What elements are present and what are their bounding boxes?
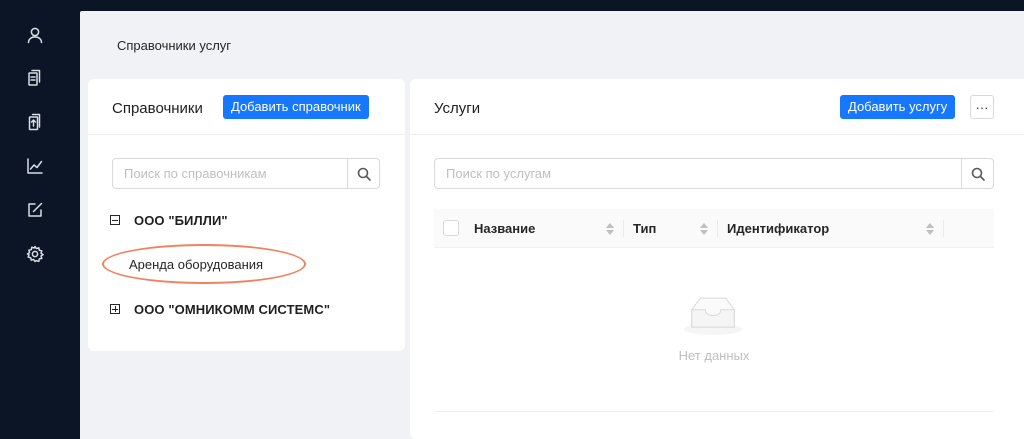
directories-search [112, 158, 380, 189]
add-directory-button[interactable]: Добавить справочник [223, 95, 369, 119]
table-bottom-border [434, 411, 994, 412]
directories-search-button[interactable] [347, 159, 379, 188]
add-service-button[interactable]: Добавить услугу [840, 95, 956, 119]
directories-panel-header: Справочники Добавить справочник [88, 79, 405, 135]
column-header-name[interactable]: Название [474, 209, 535, 247]
sort-icon[interactable] [700, 222, 708, 235]
search-icon [971, 167, 985, 181]
page-title: Справочники услуг [117, 38, 232, 53]
tree-node-label[interactable]: ООО "ОМНИКОММ СИСТЕМС" [134, 302, 330, 317]
services-panel: Услуги Добавить услугу ··· Название Тип [410, 79, 1024, 439]
column-header-type[interactable]: Тип [633, 209, 656, 247]
sort-icon[interactable] [606, 222, 614, 235]
select-all-checkbox[interactable] [443, 220, 459, 236]
column-divider [943, 220, 944, 237]
tree-node-billi[interactable]: ООО "БИЛЛИ" [110, 209, 228, 231]
services-search-button[interactable] [961, 159, 993, 188]
directories-search-input[interactable] [113, 159, 349, 188]
services-search [434, 158, 994, 189]
edit-icon[interactable] [23, 198, 47, 222]
document-icon[interactable] [23, 110, 47, 134]
user-icon[interactable] [23, 23, 47, 47]
gear-icon[interactable] [23, 242, 47, 266]
empty-state-text: Нет данных [678, 348, 750, 363]
empty-inbox-icon [683, 297, 743, 335]
table-header: Название Тип Идентификатор [434, 209, 994, 248]
directories-panel: Справочники Добавить справочник ООО "БИЛ… [88, 79, 405, 351]
services-table: Название Тип Идентификатор Нет данных [434, 209, 994, 412]
sort-icon[interactable] [926, 222, 934, 235]
column-divider [623, 220, 624, 237]
tree-node-label[interactable]: ООО "БИЛЛИ" [134, 213, 228, 228]
chart-icon[interactable] [23, 154, 47, 178]
more-options-button[interactable]: ··· [970, 95, 994, 119]
main-content: Справочники услуг Справочники Добавить с… [80, 11, 1024, 439]
column-divider [717, 220, 718, 237]
copy-icon[interactable] [23, 66, 47, 90]
column-header-identifier[interactable]: Идентификатор [727, 209, 829, 247]
services-search-input[interactable] [435, 159, 963, 188]
search-icon [357, 167, 371, 181]
services-title: Услуги [434, 100, 481, 117]
directories-title: Справочники [112, 100, 203, 117]
collapse-icon[interactable] [110, 215, 120, 225]
tree-node-omnicomm[interactable]: ООО "ОМНИКОММ СИСТЕМС" [110, 298, 330, 320]
services-panel-header: Услуги Добавить услугу ··· [410, 79, 1024, 135]
expand-icon[interactable] [110, 304, 120, 314]
tree-leaf-equipment-rental[interactable]: Аренда оборудования [129, 257, 263, 272]
sidebar [0, 0, 80, 439]
